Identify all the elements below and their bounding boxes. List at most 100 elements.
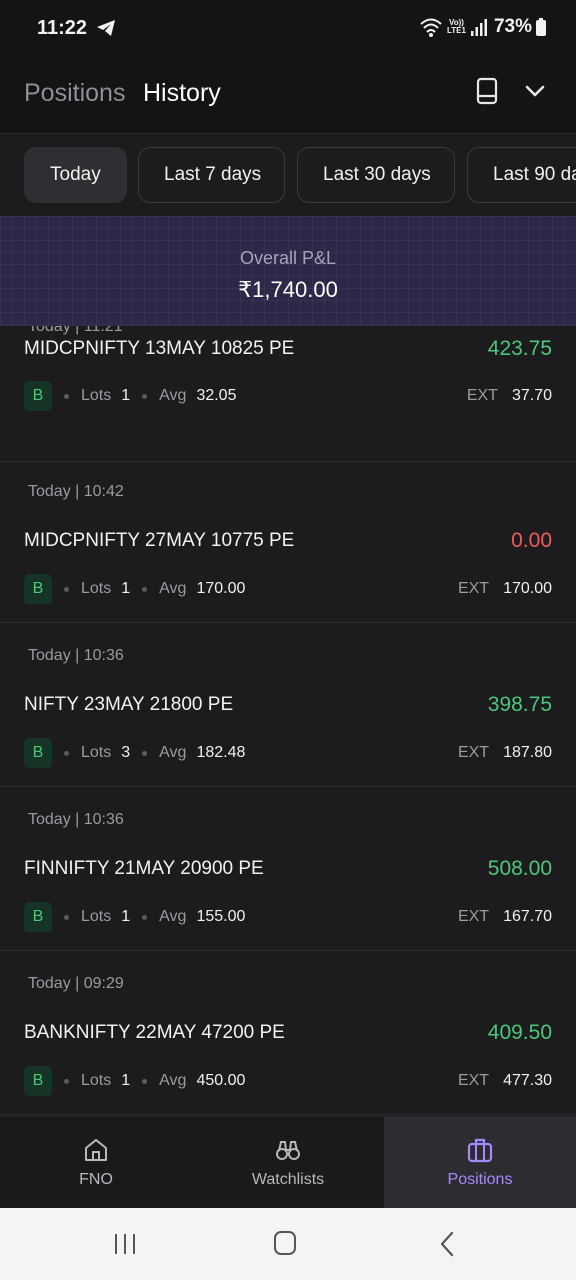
status-bar: 11:22 Vo)) LTE1 73% — [0, 0, 576, 50]
status-icons: Vo)) LTE1 73% — [419, 16, 546, 38]
nav-positions-label: Positions — [447, 1171, 513, 1188]
overall-pnl-value: ₹1,740.00 — [238, 277, 338, 302]
avg-label: Avg — [159, 744, 187, 761]
trade-pnl: 0.00 — [511, 529, 552, 552]
signal-icon — [470, 19, 487, 36]
battery-percent: 73% — [493, 16, 532, 37]
trade-time: Today | 09:29 — [28, 975, 124, 992]
lots-value: 1 — [121, 908, 131, 925]
chevron-down-icon[interactable] — [523, 81, 547, 101]
filter-last-30-days-label: Last 30 days — [323, 164, 431, 185]
system-nav-bar — [0, 1208, 576, 1280]
lots-value: 3 — [121, 744, 131, 761]
filter-last-90-days-label: Last 90 days — [493, 164, 576, 185]
trade-symbol: BANKNIFTY 22MAY 47200 PE — [24, 1022, 285, 1043]
lots-label: Lots — [81, 387, 112, 404]
lots-label: Lots — [81, 580, 112, 597]
lots-value: 1 — [121, 1072, 131, 1089]
filter-last-7-days[interactable]: Last 7 days — [138, 147, 285, 203]
ext-value: 170.00 — [503, 580, 552, 597]
overall-pnl-banner: Overall P&L ₹1,740.00 — [0, 216, 576, 326]
ext-value: 37.70 — [511, 387, 552, 404]
trade-time: Today | 10:42 — [28, 483, 124, 500]
tab-positions[interactable]: Positions — [24, 79, 125, 108]
trade-meta: B Lots 3 Avg 182.48 — [24, 738, 245, 768]
trade-symbol: MIDCPNIFTY 13MAY 10825 PE — [24, 338, 295, 359]
ext-label: EXT — [457, 580, 490, 597]
separator-dot — [64, 750, 69, 756]
back-icon[interactable] — [438, 1230, 456, 1258]
avg-label: Avg — [159, 1072, 187, 1089]
telegram-icon — [97, 20, 115, 36]
avg-value: 170.00 — [196, 580, 246, 597]
trade-meta: B Lots 1 Avg 170.00 — [24, 574, 245, 604]
lots-label: Lots — [81, 908, 112, 925]
ext-value: 167.70 — [503, 908, 552, 925]
trade-pnl: 508.00 — [487, 857, 552, 880]
separator-dot — [142, 1078, 148, 1084]
tab-history[interactable]: History — [143, 79, 221, 108]
nav-fno-label: FNO — [79, 1171, 113, 1188]
ext-label: EXT — [457, 744, 490, 761]
trade-exit: EXT 167.70 — [458, 902, 552, 932]
trade-exit: EXT 477.30 — [458, 1066, 552, 1096]
ext-value: 477.30 — [503, 1072, 552, 1089]
ext-label: EXT — [457, 908, 490, 925]
status-time: 11:22 — [37, 17, 88, 39]
home-icon — [85, 1139, 107, 1161]
filter-last-30-days[interactable]: Last 30 days — [297, 147, 455, 203]
trade-exit: EXT 170.00 — [458, 574, 552, 604]
wifi-icon — [420, 18, 442, 37]
buy-badge: B — [24, 738, 52, 768]
buy-badge: B — [24, 574, 52, 604]
date-filter-bar: Today Last 7 days Last 30 days Last 90 d… — [0, 134, 576, 216]
buy-badge: B — [24, 381, 52, 411]
briefcase-icon — [467, 1138, 493, 1163]
trade-row[interactable]: Today | 11:21 MIDCPNIFTY 13MAY 10825 PE … — [0, 326, 576, 462]
trade-exit: EXT 187.80 — [458, 738, 552, 768]
avg-label: Avg — [159, 908, 187, 925]
separator-dot — [64, 914, 69, 920]
trade-symbol: FINNIFTY 21MAY 20900 PE — [24, 858, 264, 879]
bottom-nav: FNO Watchlists Positions — [0, 1116, 576, 1209]
trade-row[interactable]: Today | 10:42 MIDCPNIFTY 27MAY 10775 PE … — [0, 459, 576, 623]
volte-indicator: Vo)) LTE1 — [447, 19, 466, 35]
ext-value: 187.80 — [503, 744, 552, 761]
avg-value: 182.48 — [196, 744, 246, 761]
trade-pnl: 398.75 — [487, 693, 552, 716]
avg-value: 450.00 — [196, 1072, 246, 1089]
separator-dot — [142, 914, 148, 920]
lots-value: 1 — [121, 387, 131, 404]
app-header: Positions History — [0, 50, 576, 134]
trade-exit: EXT 37.70 — [467, 381, 552, 411]
filter-last-90-days[interactable]: Last 90 days — [467, 147, 576, 203]
nav-fno[interactable]: FNO — [0, 1117, 192, 1209]
overall-pnl-label: Overall P&L — [239, 248, 337, 268]
avg-label: Avg — [159, 580, 187, 597]
separator-dot — [64, 1078, 69, 1084]
trade-row[interactable]: Today | 09:29 BANKNIFTY 22MAY 47200 PE 4… — [0, 951, 576, 1115]
nav-watchlists-label: Watchlists — [251, 1171, 325, 1188]
trade-row[interactable]: Today | 10:36 NIFTY 23MAY 21800 PE 398.7… — [0, 623, 576, 787]
trade-row[interactable]: Today | 10:36 FINNIFTY 21MAY 20900 PE 50… — [0, 787, 576, 951]
avg-label: Avg — [159, 387, 187, 404]
trade-meta: B Lots 1 Avg 450.00 — [24, 1066, 245, 1096]
nav-positions[interactable]: Positions — [384, 1117, 576, 1209]
lots-value: 1 — [121, 580, 131, 597]
separator-dot — [142, 393, 148, 399]
trade-history-list[interactable]: Today | 11:21 MIDCPNIFTY 13MAY 10825 PE … — [0, 326, 576, 1116]
separator-dot — [64, 393, 69, 399]
recent-apps-icon[interactable] — [112, 1232, 138, 1256]
ext-label: EXT — [457, 1072, 490, 1089]
filter-today-label: Today — [50, 164, 101, 185]
book-icon[interactable] — [474, 77, 500, 105]
avg-value: 155.00 — [196, 908, 246, 925]
nav-watchlists[interactable]: Watchlists — [192, 1117, 384, 1209]
separator-dot — [142, 750, 148, 756]
trade-symbol: MIDCPNIFTY 27MAY 10775 PE — [24, 530, 295, 551]
trade-pnl: 423.75 — [487, 337, 552, 360]
ext-label: EXT — [466, 387, 498, 404]
binoculars-icon — [276, 1141, 300, 1160]
home-button-icon[interactable] — [273, 1230, 297, 1256]
filter-today[interactable]: Today — [24, 147, 127, 203]
